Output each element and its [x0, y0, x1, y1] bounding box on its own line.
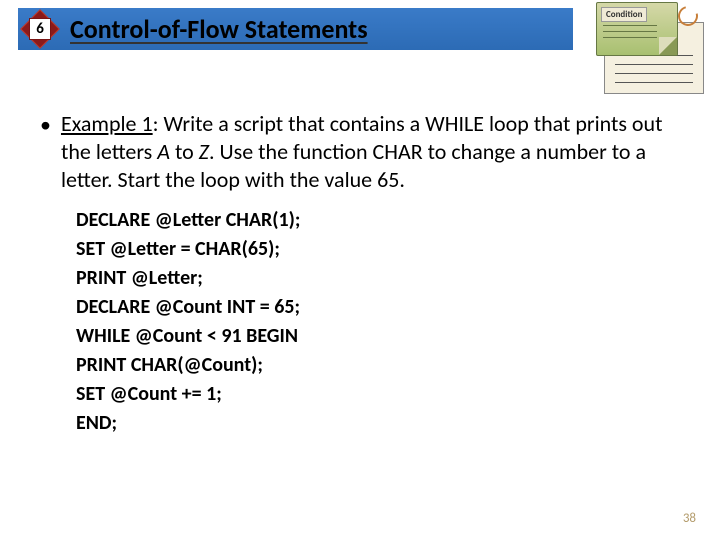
header-bar: 6 Control-of-Flow Statements	[18, 8, 573, 50]
code-line: PRINT @Letter;	[76, 264, 684, 293]
code-line: WHILE @Count < 91 BEGIN	[76, 322, 684, 351]
slide-content: • Example 1: Write a script that contain…	[40, 110, 684, 438]
page-title: Control-of-Flow Statements	[70, 13, 368, 45]
example-italic-z: Z	[199, 138, 209, 165]
note-label: Condition	[601, 7, 647, 22]
badge-number: 6	[29, 18, 51, 40]
code-line: SET @Count += 1;	[76, 380, 684, 409]
note-decoration: Condition	[596, 2, 708, 94]
page-number: 38	[683, 511, 696, 526]
example-italic-a: A	[157, 138, 170, 165]
example-bullet: • Example 1: Write a script that contain…	[40, 110, 684, 194]
code-block: DECLARE @Letter CHAR(1); SET @Letter = C…	[76, 206, 684, 438]
code-line: SET @Letter = CHAR(65);	[76, 235, 684, 264]
code-line: PRINT CHAR(@Count);	[76, 351, 684, 380]
code-line: DECLARE @Count INT = 65;	[76, 293, 684, 322]
code-line: END;	[76, 409, 684, 438]
example-description: Example 1: Write a script that contains …	[61, 110, 684, 194]
section-badge: 6	[20, 9, 60, 49]
example-label: Example 1	[61, 110, 153, 137]
code-line: DECLARE @Letter CHAR(1);	[76, 206, 684, 235]
note-front-sheet: Condition	[596, 2, 678, 56]
example-text-2: to	[170, 138, 199, 165]
bullet-dot: •	[40, 110, 51, 194]
